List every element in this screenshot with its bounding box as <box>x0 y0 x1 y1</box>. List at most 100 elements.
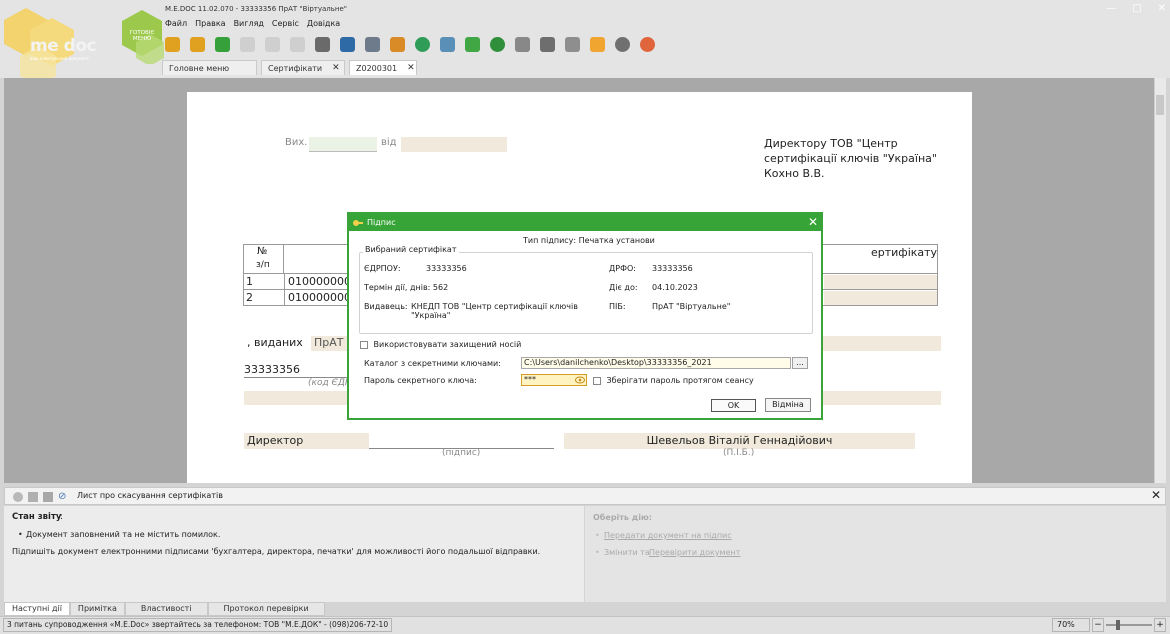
toolbar <box>162 32 658 56</box>
dialog-titlebar[interactable]: Підпис <box>349 214 821 231</box>
browse-button[interactable]: ... <box>792 357 808 369</box>
notify-icon[interactable] <box>637 34 658 55</box>
edrpou-label: ЄДРПОУ: <box>364 264 401 273</box>
zoom-slider-thumb[interactable] <box>1116 620 1121 630</box>
tab-note[interactable]: Примітка <box>69 602 125 616</box>
document-add-icon[interactable] <box>237 34 258 55</box>
archive-icon[interactable] <box>537 34 558 55</box>
zoom-slider-track[interactable] <box>1106 624 1152 626</box>
action-change-text: Змінити та <box>604 548 650 557</box>
term-label: Термін дії, днів: 562 <box>364 283 449 292</box>
search-icon[interactable] <box>437 34 458 55</box>
zoom-level: 70% <box>1052 618 1090 632</box>
signature-caption: (підпис) <box>442 448 481 458</box>
zoom-in-button[interactable]: + <box>1154 618 1166 632</box>
attachment-icon[interactable]: ⊘ <box>58 491 66 502</box>
checkbox-box[interactable] <box>593 376 601 385</box>
menu-view[interactable]: Вигляд <box>234 19 264 28</box>
actions-heading: Оберіть дію: <box>593 513 652 522</box>
help-icon[interactable] <box>587 34 608 55</box>
dialog-close-button[interactable]: ✕ <box>808 215 818 229</box>
drfo-label: ДРФО: <box>609 264 636 273</box>
folder-add-icon[interactable] <box>162 34 183 55</box>
protected-media-label: Використовувати захищений носій <box>373 340 522 349</box>
gear-icon[interactable] <box>562 34 583 55</box>
tab-z0200301[interactable]: Z0200301 ✕ <box>349 60 417 75</box>
actions-panel: Оберіть дію: • Передати документ на підп… <box>585 506 1166 602</box>
document-delete-icon[interactable] <box>287 34 308 55</box>
save-icon[interactable] <box>212 34 233 55</box>
header-certificate: ертифікату <box>871 246 938 259</box>
action-send-for-signing[interactable]: Передати документ на підпис <box>604 531 732 540</box>
chat-icon[interactable] <box>612 34 633 55</box>
cursor-icon[interactable] <box>312 34 333 55</box>
keys-dir-input[interactable]: C:\Users\danilchenko\Desktop\33333356_20… <box>521 357 791 369</box>
refresh-icon[interactable] <box>487 34 508 55</box>
support-info: 3 питань супроводження «M.E.Doc» звертай… <box>3 618 392 632</box>
protected-media-checkbox[interactable]: Використовувати захищений носій <box>360 340 521 349</box>
issuer-label: Видавець: <box>364 302 408 311</box>
scrollbar-thumb[interactable] <box>1156 95 1164 115</box>
menu-file[interactable]: Файл <box>165 19 187 28</box>
tab-check-protocol[interactable]: Протокол перевірки <box>207 602 325 616</box>
edrpou-caption: (код ЄДР <box>308 378 351 388</box>
menu-edit[interactable]: Правка <box>195 19 225 28</box>
package-icon[interactable] <box>387 34 408 55</box>
maximize-button[interactable]: □ <box>1132 3 1141 15</box>
stamp-icon[interactable] <box>337 34 358 55</box>
minimize-button[interactable]: — <box>1106 3 1116 15</box>
document-edit-icon[interactable] <box>262 34 283 55</box>
status-bar: 3 питань супроводження «M.E.Doc» звертай… <box>0 616 1170 634</box>
row-code: 010000000 <box>288 275 351 288</box>
status-panel: Стан звіту : • Документ заповнений та не… <box>4 506 584 602</box>
checkbox-box[interactable] <box>360 340 368 349</box>
issuer-value-1: КНЕДП ТОВ "Центр сертифікації ключів <box>411 302 578 311</box>
action-check-document[interactable]: Перевірити документ <box>649 548 740 557</box>
layers-icon[interactable] <box>512 34 533 55</box>
zoom-out-button[interactable]: − <box>1092 618 1104 632</box>
tab-certificates[interactable]: Сертифікати ✕ <box>261 60 345 75</box>
menu-service[interactable]: Сервіс <box>272 19 299 28</box>
window-controls: — □ ✕ <box>1106 3 1166 15</box>
from-date-field[interactable] <box>401 137 507 152</box>
document-icon[interactable] <box>43 491 53 502</box>
tab-main-menu[interactable]: Головне меню <box>162 60 257 75</box>
print-icon[interactable] <box>362 34 383 55</box>
eye-icon[interactable] <box>575 376 585 384</box>
save-password-checkbox[interactable]: Зберігати пароль протягом сеансу <box>593 376 754 385</box>
key-icon <box>353 219 363 226</box>
row-number: 2 <box>246 291 253 304</box>
valid-value: 04.10.2023 <box>652 283 698 292</box>
check-icon[interactable] <box>462 34 483 55</box>
pib-label: ПІБ: <box>609 302 626 311</box>
close-window-button[interactable]: ✕ <box>1158 3 1166 15</box>
ok-button[interactable]: OK <box>711 399 756 412</box>
bottom-tab-bar: Наступні дії Примітка Властивості Проток… <box>4 602 325 616</box>
folder-remove-icon[interactable] <box>187 34 208 55</box>
position-field[interactable]: Директор <box>244 433 369 449</box>
brand-subtitle: ваш електронний документ <box>30 56 90 61</box>
cancel-button[interactable]: Відміна <box>765 398 811 412</box>
edrpou-value: 33333356 <box>244 363 300 376</box>
close-tab-icon[interactable]: ✕ <box>332 63 340 73</box>
menu-hexagon-label[interactable]: ГОТОВІЄ МЕНЮ <box>124 30 160 42</box>
tab-next-actions[interactable]: Наступні дії <box>4 602 70 616</box>
save-password-label: Зберігати пароль протягом сеансу <box>606 376 754 385</box>
panel-title: Лист про скасування сертифікатів <box>77 491 223 500</box>
vertical-scrollbar[interactable] <box>1154 78 1166 483</box>
panel-close-button[interactable]: ✕ <box>1151 488 1161 502</box>
circle-icon[interactable] <box>13 491 23 502</box>
send-icon[interactable] <box>412 34 433 55</box>
signature-type: Тип підпису: Печатка установи <box>523 236 655 245</box>
issued-value: ПрАТ <box>314 336 344 349</box>
director-name-field[interactable]: Шевельов Віталій Геннадійович <box>564 433 915 449</box>
tab-properties[interactable]: Властивості <box>124 602 208 616</box>
row-code: 010000000 <box>288 291 351 304</box>
menu-help[interactable]: Довідка <box>307 19 340 28</box>
close-tab-icon[interactable]: ✕ <box>407 63 415 73</box>
print-icon[interactable] <box>28 491 38 502</box>
header-num-2: з/п <box>256 260 270 270</box>
tab-label: Z0200301 <box>356 63 398 73</box>
keys-dir-label: Каталог з секретними ключами: <box>364 359 501 368</box>
outgoing-number-field[interactable] <box>309 137 377 152</box>
